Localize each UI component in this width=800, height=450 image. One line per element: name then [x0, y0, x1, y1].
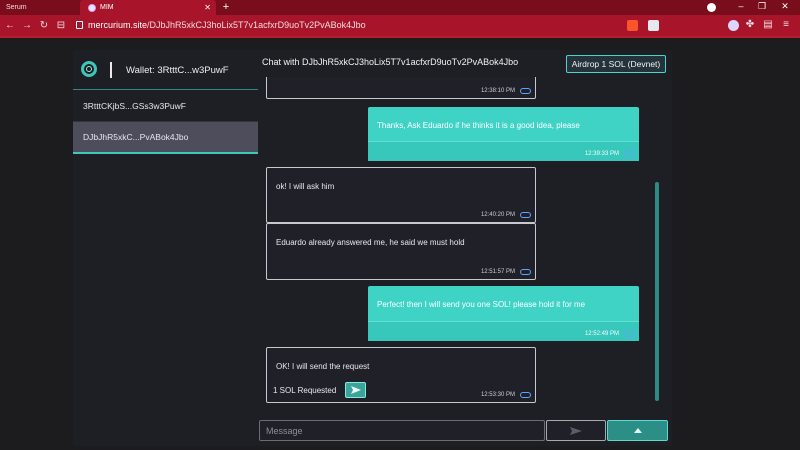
- browser-tab-mim[interactable]: MIM ✕: [80, 0, 216, 15]
- message-input[interactable]: [259, 420, 545, 441]
- wallet-extension-icon[interactable]: [728, 20, 739, 31]
- bookmark-icon[interactable]: ⊟: [55, 20, 67, 31]
- wallet-label: Wallet: 3RtttC...w3PuwF: [126, 65, 229, 76]
- link-icon[interactable]: [520, 212, 531, 218]
- link-icon[interactable]: [624, 331, 635, 337]
- url-host: mercurium.site: [88, 20, 148, 30]
- caret-up-icon: [633, 428, 642, 433]
- link-icon[interactable]: [624, 151, 635, 157]
- contact-item-selected[interactable]: DJbJhR5xkC...PvABok4Jbo: [73, 122, 258, 154]
- site-favicon-icon: [88, 3, 96, 12]
- lock-icon[interactable]: [76, 21, 83, 29]
- message-text: ok! I will ask him: [276, 182, 335, 191]
- contact-label: 3RtttCKjbS...GSs3w3PuwF: [83, 100, 186, 111]
- contact-item[interactable]: 3RtttCKjbS...GSs3w3PuwF: [73, 90, 258, 122]
- url-path: /DJbJhR5xkCJ3hoLix5T7v1acfxrD9uoTv2PvABo…: [147, 20, 366, 30]
- message-sent: Perfect! then I will send you one SOL! p…: [368, 286, 639, 341]
- send-request-button[interactable]: [345, 382, 367, 398]
- request-sol-toggle-button[interactable]: [607, 420, 668, 441]
- send-message-button[interactable]: [546, 420, 606, 441]
- menu-icon[interactable]: ≡: [780, 19, 792, 30]
- link-icon[interactable]: [520, 269, 531, 275]
- message-time: 12:53:30 PM: [480, 392, 515, 398]
- close-tab-icon[interactable]: ✕: [204, 3, 211, 12]
- message-time: 12:39:33 PM: [584, 151, 619, 157]
- tab-title: Serum: [6, 4, 27, 11]
- minimize-window-icon[interactable]: –: [734, 1, 748, 11]
- request-label: 1 SOL Requested: [273, 385, 337, 395]
- chat-header: Chat with DJbJhR5xkCJ3hoLix5T7v1acfxrD9u…: [258, 50, 672, 77]
- reload-icon[interactable]: ↻: [38, 20, 50, 31]
- forward-arrow-icon[interactable]: →: [21, 20, 33, 31]
- close-window-icon[interactable]: ✕: [778, 1, 792, 12]
- message-composer: [259, 420, 672, 441]
- message-list[interactable]: 12:38:10 PM Thanks, Ask Eduardo if he th…: [265, 77, 668, 430]
- message-time: 12:51:57 PM: [480, 269, 515, 275]
- message-time: 12:38:10 PM: [480, 88, 515, 94]
- message-time: 12:40:20 PM: [480, 212, 515, 218]
- header-divider: [110, 62, 112, 78]
- message-time: 12:52:49 PM: [584, 331, 619, 337]
- link-icon[interactable]: [520, 392, 531, 398]
- media-control-icon[interactable]: [707, 3, 716, 12]
- send-arrow-icon: [350, 386, 361, 394]
- message-scrollbar[interactable]: [655, 182, 659, 401]
- address-bar-divider: [0, 36, 800, 38]
- tab-title: MIM: [100, 4, 114, 11]
- rewards-icon[interactable]: [648, 20, 659, 31]
- browser-tab-strip: Serum MIM ✕ + – ❐ ✕: [0, 0, 800, 15]
- message-text: Perfect! then I will send you one SOL! p…: [377, 300, 586, 309]
- airdrop-button[interactable]: Airdrop 1 SOL (Devnet): [566, 55, 666, 73]
- wallet-header: Wallet: 3RtttC...w3PuwF: [73, 50, 258, 90]
- sidebar: Wallet: 3RtttC...w3PuwF 3RtttCKjbS...GSs…: [73, 50, 258, 446]
- contact-label: DJbJhR5xkC...PvABok4Jbo: [83, 132, 189, 142]
- browser-address-bar: ← → ↻ ⊟ mercurium.site/DJbJhR5xkCJ3hoLix…: [0, 15, 800, 36]
- extensions-puzzle-icon[interactable]: ✤: [744, 19, 756, 30]
- message-received: ok! I will ask him 12:40:20 PM: [266, 167, 536, 223]
- message-received: OK! I will send the request 1 SOL Reques…: [266, 347, 536, 403]
- back-arrow-icon[interactable]: ←: [4, 20, 16, 31]
- app-logo-icon: [81, 61, 97, 77]
- restore-window-icon[interactable]: ❐: [755, 1, 769, 12]
- brave-shield-icon[interactable]: [627, 20, 638, 31]
- sol-request: 1 SOL Requested: [273, 382, 367, 398]
- message-received: Eduardo already answered me, he said we …: [266, 223, 536, 280]
- chat-app: Wallet: 3RtttC...w3PuwF 3RtttCKjbS...GSs…: [73, 50, 672, 446]
- new-tab-button[interactable]: +: [220, 0, 232, 15]
- message-received: 12:38:10 PM: [266, 77, 536, 99]
- url-field[interactable]: mercurium.site/DJbJhR5xkCJ3hoLix5T7v1acf…: [88, 20, 366, 30]
- message-text: OK! I will send the request: [276, 362, 370, 371]
- send-arrow-icon: [570, 426, 582, 435]
- chat-title: Chat with DJbJhR5xkCJ3hoLix5T7v1acfxrD9u…: [262, 57, 519, 67]
- message-sent: Thanks, Ask Eduardo if he thinks it is a…: [368, 107, 639, 161]
- link-icon[interactable]: [520, 88, 531, 94]
- reading-list-icon[interactable]: ▤: [762, 19, 774, 30]
- message-text: Eduardo already answered me, he said we …: [276, 238, 465, 247]
- message-text: Thanks, Ask Eduardo if he thinks it is a…: [377, 121, 580, 130]
- browser-tab-serum[interactable]: Serum: [0, 0, 80, 15]
